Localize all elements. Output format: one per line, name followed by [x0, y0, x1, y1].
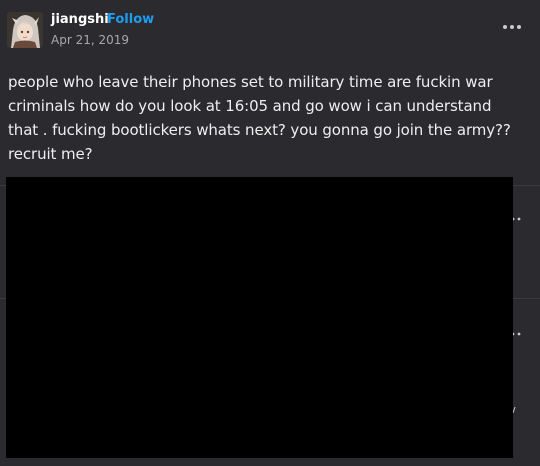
avatar[interactable]	[7, 12, 43, 48]
post-text: people who leave their phones set to mil…	[8, 73, 511, 163]
post-header: jiangshi Follow Apr 21, 2019	[0, 0, 540, 60]
post-date[interactable]: Apr 21, 2019	[51, 33, 129, 47]
follow-button[interactable]: Follow	[107, 12, 154, 27]
blog-name-link[interactable]: jiangshi	[51, 12, 109, 27]
more-options-icon[interactable]	[500, 20, 524, 34]
avatar-illustration	[7, 12, 43, 48]
redaction-block	[6, 177, 513, 458]
post-page: jiangshi Follow Apr 21, 2019 people who …	[0, 0, 540, 466]
